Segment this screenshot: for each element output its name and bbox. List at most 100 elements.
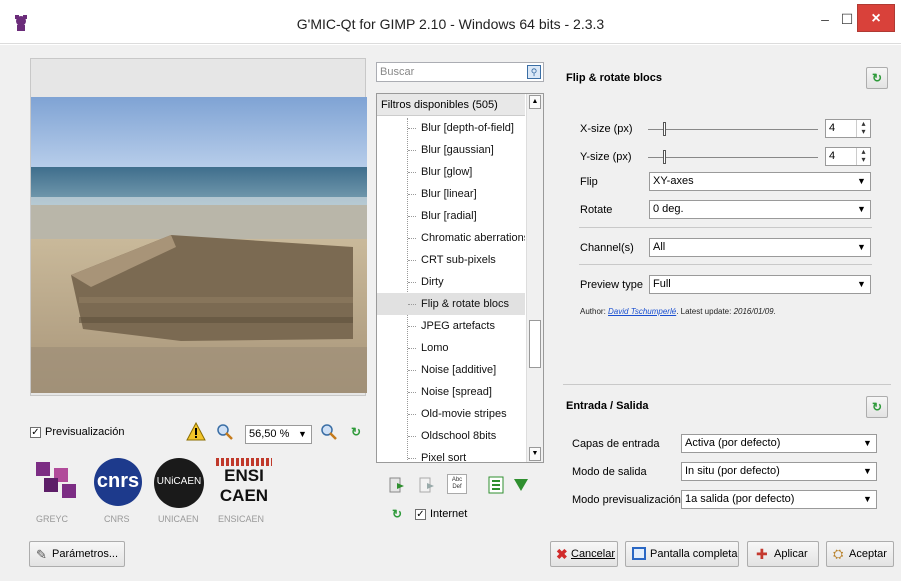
- output-mode-label: Modo de salida: [572, 466, 647, 478]
- preview-checkbox[interactable]: ✓: [30, 427, 41, 438]
- filter-list-item[interactable]: Old-movie stripes: [377, 403, 525, 425]
- filter-list-item[interactable]: Blur [depth-of-field]: [377, 117, 525, 139]
- accept-button[interactable]: ⛭ Aceptar: [826, 541, 894, 567]
- settings-separator: [579, 264, 872, 265]
- refresh-preview-icon[interactable]: ↻: [348, 424, 364, 440]
- flip-label: Flip: [580, 176, 598, 188]
- preview-type-select[interactable]: Full ▼: [649, 275, 871, 294]
- filter-list-item[interactable]: JPEG artefacts: [377, 315, 525, 337]
- preview-panel[interactable]: [30, 58, 367, 396]
- filter-list-item[interactable]: Blur [glow]: [377, 161, 525, 183]
- unicaen-label: UNICAEN: [158, 514, 199, 524]
- xsize-label: X-size (px): [580, 123, 633, 135]
- internet-checkbox[interactable]: ✓: [415, 509, 426, 520]
- remove-favorite-icon[interactable]: [418, 476, 436, 494]
- filter-list-item[interactable]: Oldschool 8bits: [377, 425, 525, 447]
- ysize-slider-handle[interactable]: [663, 150, 666, 164]
- preview-type-label: Preview type: [580, 279, 643, 291]
- ensicaen-label: ENSICAEN: [218, 514, 265, 524]
- output-mode-select[interactable]: In situ (por defecto) ▼: [681, 462, 877, 481]
- reset-io-icon[interactable]: ↻: [866, 396, 888, 418]
- close-button[interactable]: ×: [857, 4, 895, 32]
- abc-label: Abc Def: [451, 477, 463, 490]
- cancel-icon: ✖: [556, 546, 568, 562]
- author-link[interactable]: David Tschumperlé: [608, 307, 676, 316]
- apply-button[interactable]: ✚ Aplicar: [747, 541, 819, 567]
- tree-branch: [408, 128, 416, 129]
- zoom-out-icon[interactable]: [216, 423, 234, 441]
- tree-branch: [408, 282, 416, 283]
- refresh-filters-icon[interactable]: ↻: [389, 506, 405, 522]
- author-suffix: . Latest update:: [676, 307, 734, 316]
- preview-mode-label: Modo previsualización: [572, 494, 681, 506]
- filter-list-item[interactable]: Lomo: [377, 337, 525, 359]
- filter-list-item-label: Blur [depth-of-field]: [421, 122, 514, 134]
- channels-select[interactable]: All ▼: [649, 238, 871, 257]
- chevron-down-icon: ▼: [863, 494, 872, 504]
- flip-select[interactable]: XY-axes ▼: [649, 172, 871, 191]
- filter-list-item[interactable]: Pixel sort: [377, 447, 525, 469]
- filter-list-item-label: Blur [linear]: [421, 188, 477, 200]
- maximize-button[interactable]: ☐: [840, 6, 854, 34]
- cnrs-logo: cnrs: [94, 458, 142, 506]
- spin-arrows-icon[interactable]: ▴ ▾: [856, 120, 870, 137]
- filter-list-item-label: Old-movie stripes: [421, 408, 507, 420]
- accept-label: Aceptar: [849, 548, 887, 560]
- internet-label: Internet: [430, 508, 468, 520]
- zoom-value: 56,50 %: [249, 428, 290, 440]
- filter-list-item[interactable]: Noise [additive]: [377, 359, 525, 381]
- filter-list-item[interactable]: Dirty: [377, 271, 525, 293]
- xsize-slider[interactable]: [648, 122, 818, 138]
- fullscreen-icon: [632, 547, 646, 560]
- unicaen-logo: UNiCAEN: [154, 458, 204, 508]
- cancel-button[interactable]: ✖ Cancelar: [550, 541, 618, 567]
- filter-list-item[interactable]: Noise [spread]: [377, 381, 525, 403]
- tree-branch: [408, 150, 416, 151]
- minimize-button[interactable]: –: [818, 6, 832, 34]
- greyc-label: GREYC: [36, 514, 69, 524]
- filter-list-item[interactable]: Flip & rotate blocs: [377, 293, 525, 315]
- reset-parameters-icon[interactable]: ↻: [866, 67, 888, 89]
- filter-list-item[interactable]: Chromatic aberrations: [377, 227, 525, 249]
- search-input[interactable]: Buscar ⚲: [376, 62, 544, 82]
- filter-list-item[interactable]: Blur [linear]: [377, 183, 525, 205]
- expand-icon[interactable]: [512, 476, 530, 494]
- preview-mode-select[interactable]: 1a salida (por defecto) ▼: [681, 490, 877, 509]
- xsize-spinbox[interactable]: 4 ▴ ▾: [825, 119, 871, 138]
- add-favorite-icon[interactable]: [388, 476, 406, 494]
- window-title: G'MIC-Qt for GIMP 2.10 - Windows 64 bits…: [296, 16, 605, 32]
- spin-arrows-icon[interactable]: ▴ ▾: [856, 148, 870, 165]
- tree-branch: [408, 194, 416, 195]
- ysize-spinbox[interactable]: 4 ▴ ▾: [825, 147, 871, 166]
- chevron-down-icon: ▼: [863, 466, 872, 476]
- toggle-list-icon[interactable]: [488, 476, 504, 494]
- chevron-down-icon: ▼: [857, 242, 866, 252]
- filter-list-item[interactable]: Blur [gaussian]: [377, 139, 525, 161]
- filter-list-header[interactable]: Filtros disponibles (505): [377, 94, 525, 116]
- rename-icon[interactable]: Abc Def: [447, 474, 467, 494]
- tree-branch: [408, 172, 416, 173]
- scroll-down-button[interactable]: ▼: [529, 447, 541, 461]
- rotate-select[interactable]: 0 deg. ▼: [649, 200, 871, 219]
- scroll-thumb[interactable]: [529, 320, 541, 368]
- scroll-up-button[interactable]: ▲: [529, 95, 541, 109]
- ensi-text: ENSI: [224, 466, 264, 485]
- tree-branch: [408, 260, 416, 261]
- filter-list-item-label: Blur [gaussian]: [421, 144, 494, 156]
- parametros-button[interactable]: ✎ Parámetros...: [29, 541, 125, 567]
- fullscreen-button[interactable]: Pantalla completa: [625, 541, 739, 567]
- filter-scrollbar[interactable]: ▲ ▼: [526, 94, 543, 462]
- zoom-in-icon[interactable]: [320, 423, 338, 441]
- ysize-slider-track: [648, 157, 818, 158]
- output-mode-value: In situ (por defecto): [685, 465, 780, 477]
- cnrs-text: cnrs: [96, 470, 140, 492]
- filter-list-item[interactable]: Blur [radial]: [377, 205, 525, 227]
- xsize-slider-handle[interactable]: [663, 122, 666, 136]
- input-layers-select[interactable]: Activa (por defecto) ▼: [681, 434, 877, 453]
- filter-list-item[interactable]: CRT sub-pixels: [377, 249, 525, 271]
- zoom-combo[interactable]: 56,50 % ▼: [245, 425, 312, 444]
- preview-label: Previsualización: [45, 426, 125, 438]
- ysize-slider[interactable]: [648, 150, 818, 166]
- tree-branch: [408, 304, 416, 305]
- tree-branch: [408, 458, 416, 459]
